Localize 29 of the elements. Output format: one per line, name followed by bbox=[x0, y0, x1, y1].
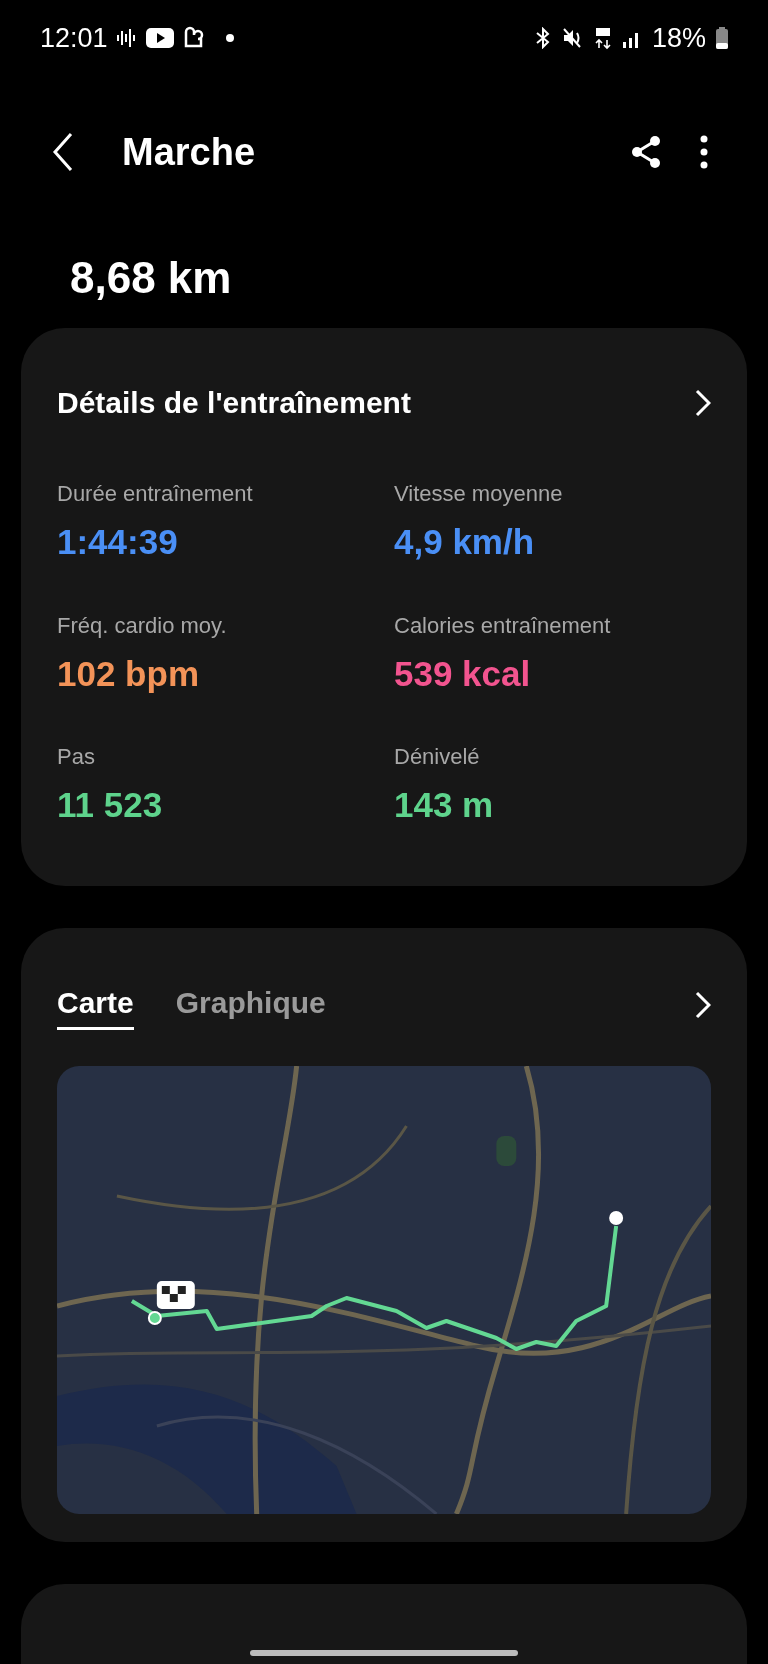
clock: 12:01 bbox=[40, 21, 108, 55]
battery-icon bbox=[716, 27, 728, 49]
stat-label: Vitesse moyenne bbox=[394, 480, 564, 508]
network-icon bbox=[593, 26, 612, 50]
page-title: Marche bbox=[122, 129, 257, 175]
stat-label: Pas bbox=[57, 743, 96, 771]
stat-value: 4,9 km/h bbox=[394, 521, 536, 563]
share-icon bbox=[630, 135, 662, 169]
stat-value: 102 bpm bbox=[57, 652, 200, 695]
stat-label: Calories entraînement bbox=[394, 611, 612, 640]
tab[interactable]: Carte bbox=[57, 979, 134, 1030]
battery-percent: 18% bbox=[651, 21, 706, 55]
tab[interactable]: Graphique bbox=[175, 979, 326, 1030]
back-icon bbox=[52, 132, 74, 172]
stat-value: 11 523 bbox=[57, 784, 164, 826]
chevron-icon bbox=[695, 990, 711, 1019]
distance-value: 8,68 km bbox=[70, 252, 232, 304]
stat-value: 143 m bbox=[394, 784, 495, 826]
stat-label: Durée entraînement bbox=[57, 480, 254, 508]
more-icon bbox=[700, 135, 708, 169]
stat-label: Fréq. cardio moy. bbox=[57, 611, 228, 640]
play-icon bbox=[145, 28, 174, 48]
stat-value: 1:44:39 bbox=[57, 521, 179, 563]
mute-icon bbox=[561, 27, 584, 49]
card-title: Détails de l'entraînement bbox=[57, 385, 411, 421]
stat-value: 539 kcal bbox=[394, 652, 532, 695]
stat-label: Dénivelé bbox=[394, 743, 481, 771]
chevron-icon bbox=[695, 388, 711, 417]
sound-wave-icon bbox=[115, 28, 138, 48]
